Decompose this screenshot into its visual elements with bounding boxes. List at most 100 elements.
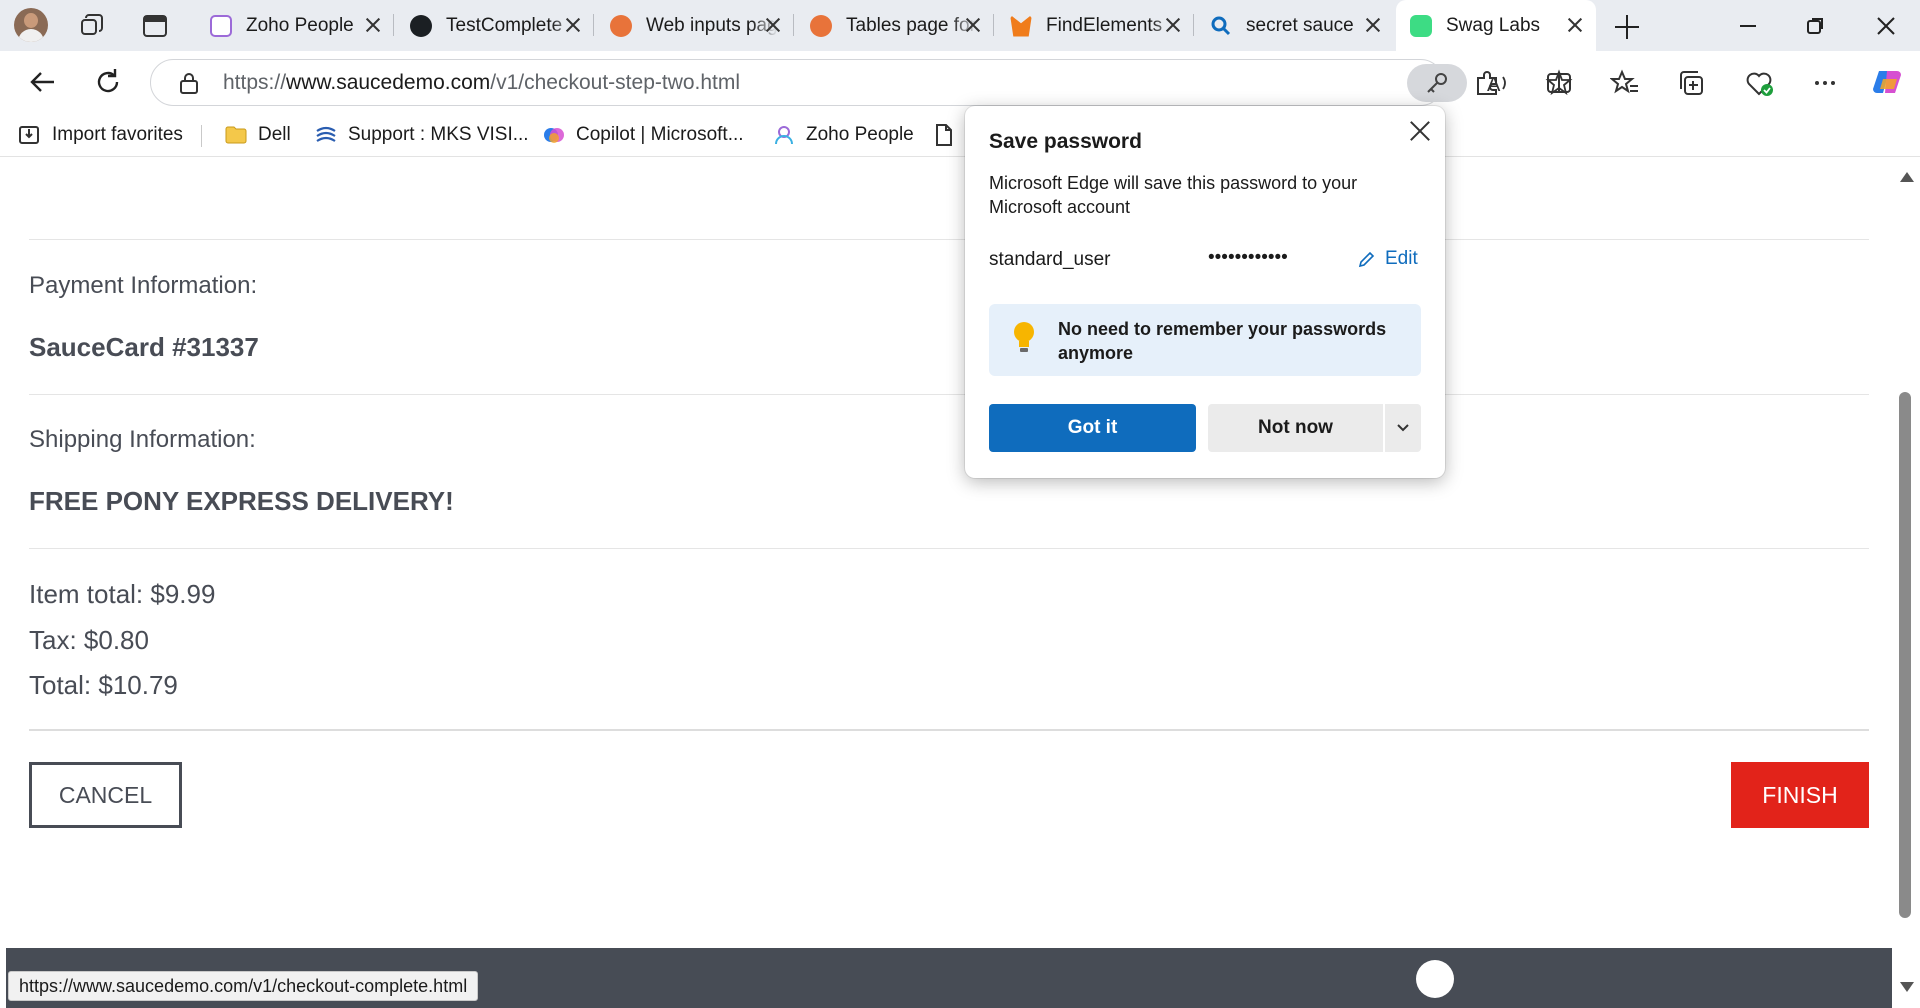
robot-mascot-icon	[1416, 960, 1454, 998]
tab-tables-page[interactable]: Tables page for	[796, 0, 994, 51]
finish-button[interactable]: FINISH	[1731, 762, 1869, 828]
scroll-up-icon[interactable]	[1900, 172, 1914, 182]
favorites-icon[interactable]	[1610, 68, 1640, 98]
tab-title: Tables page for	[846, 14, 976, 36]
tab-separator	[793, 14, 794, 36]
pencil-icon	[1358, 251, 1375, 268]
tip-text: No need to remember your passwords anymo…	[1058, 319, 1387, 363]
url-path: /v1/checkout-step-two.html	[490, 71, 741, 94]
copilot-icon[interactable]	[1871, 65, 1905, 99]
favorites-item-label: Copilot | Microsoft...	[576, 124, 744, 145]
favorites-item-dell[interactable]: Dell	[224, 121, 291, 149]
tab-swag-labs[interactable]: Swag Labs	[1396, 0, 1596, 51]
password-key-button[interactable]	[1407, 64, 1467, 102]
key-icon	[1427, 73, 1447, 93]
scroll-down-icon[interactable]	[1900, 982, 1914, 992]
tax: Tax: $0.80	[29, 625, 149, 655]
refresh-icon[interactable]	[90, 64, 126, 100]
checkout-overview-page: Payment Information: SauceCard #31337 Sh…	[6, 158, 1892, 1008]
favorites-item-label: Zoho People	[806, 124, 914, 145]
more-options-dropdown[interactable]	[1385, 404, 1421, 452]
tab-secret-sauce[interactable]: secret sauce	[1196, 0, 1394, 51]
support-icon	[316, 126, 336, 142]
scrollbar-thumb[interactable]	[1899, 392, 1911, 918]
zoho-people-icon	[210, 14, 232, 37]
favorites-item-label: Import favorites	[52, 124, 183, 145]
edit-label: Edit	[1385, 248, 1418, 269]
favorites-divider	[201, 125, 202, 147]
dialog-title: Save password	[989, 130, 1142, 153]
search-icon	[1211, 16, 1231, 35]
favorites-item-label: Dell	[258, 124, 291, 145]
tab-separator	[1193, 14, 1194, 36]
favorites-item-page[interactable]	[932, 121, 966, 149]
url-scheme: https://	[223, 71, 287, 94]
address-bar[interactable]: https://www.saucedemo.com/v1/checkout-st…	[150, 59, 1573, 106]
split-screen-icon[interactable]	[1544, 68, 1574, 98]
tab-title: FindElements	[1046, 14, 1163, 36]
tab-title: secret sauce	[1246, 14, 1354, 36]
collections-icon[interactable]	[1676, 68, 1706, 98]
tab-actions-icon[interactable]	[141, 12, 169, 40]
tab-separator	[593, 14, 594, 36]
minimize-icon[interactable]	[1732, 10, 1764, 42]
back-icon[interactable]	[24, 64, 60, 100]
favorites-item-import[interactable]: Import favorites	[18, 121, 183, 149]
tab-testcomplete[interactable]: TestComplete	[396, 0, 594, 51]
chevron-down-icon	[1397, 424, 1409, 432]
lock-icon[interactable]	[179, 72, 199, 94]
tab-web-inputs[interactable]: Web inputs page	[596, 0, 794, 51]
restore-icon[interactable]	[1800, 10, 1832, 42]
folder-icon	[225, 126, 247, 144]
page-icon	[936, 124, 952, 146]
fox-icon	[1010, 14, 1032, 37]
workspaces-icon[interactable]	[78, 12, 106, 40]
shipping-info-label: Shipping Information:	[29, 426, 256, 453]
copilot-icon	[544, 128, 564, 143]
url-text[interactable]: https://www.saucedemo.com/v1/checkout-st…	[223, 71, 740, 95]
got-it-button[interactable]: Got it	[989, 404, 1196, 452]
page-scrollbar[interactable]	[1892, 158, 1920, 1008]
close-tab-icon[interactable]	[962, 14, 984, 36]
cancel-button[interactable]: CANCEL	[29, 762, 182, 828]
tab-zoho-people[interactable]: Zoho People	[196, 0, 394, 51]
tab-title: TestComplete	[446, 14, 563, 36]
payment-info-value: SauceCard #31337	[29, 332, 259, 362]
favorites-item-zoho-people[interactable]: Zoho People	[772, 121, 914, 149]
close-tab-icon[interactable]	[562, 14, 584, 36]
profile-avatar[interactable]	[14, 8, 48, 42]
dialog-description: Microsoft Edge will save this password t…	[989, 173, 1358, 217]
close-window-icon[interactable]	[1870, 10, 1902, 42]
tab-title: Zoho People	[246, 14, 354, 36]
robot-icon	[810, 14, 832, 37]
import-icon	[19, 126, 39, 144]
favorites-item-copilot[interactable]: Copilot | Microsoft...	[542, 121, 744, 149]
url-host: www.saucedemo.com	[286, 71, 491, 94]
extensions-icon[interactable]	[1472, 68, 1502, 98]
tab-findelements[interactable]: FindElements	[996, 0, 1194, 51]
github-icon	[410, 14, 432, 37]
item-total: Item total: $9.99	[29, 579, 216, 609]
new-tab-button[interactable]	[1612, 12, 1642, 42]
save-password-dialog: Save password Microsoft Edge will save t…	[965, 106, 1445, 478]
close-tab-icon[interactable]	[362, 14, 384, 36]
close-tab-icon[interactable]	[762, 14, 784, 36]
zoho-people-icon	[775, 126, 793, 145]
close-icon[interactable]	[1407, 118, 1433, 144]
edit-link[interactable]: Edit	[1357, 248, 1418, 270]
tab-separator	[993, 14, 994, 36]
status-bar-url: https://www.saucedemo.com/v1/checkout-co…	[8, 971, 479, 1001]
close-tab-icon[interactable]	[1162, 14, 1184, 36]
saved-username: standard_user	[989, 249, 1111, 270]
browser-essentials-icon[interactable]	[1744, 68, 1774, 98]
close-tab-icon[interactable]	[1362, 14, 1384, 36]
address-bar-row: https://www.saucedemo.com/v1/checkout-st…	[0, 51, 1920, 113]
divider	[29, 548, 1869, 549]
close-tab-icon[interactable]	[1564, 14, 1586, 36]
favorites-item-support[interactable]: Support : MKS VISI...	[314, 121, 529, 149]
divider	[29, 729, 1869, 731]
more-options-icon[interactable]	[1810, 68, 1840, 98]
total: Total: $10.79	[29, 670, 178, 700]
payment-info-label: Payment Information:	[29, 272, 258, 299]
not-now-button[interactable]: Not now	[1208, 404, 1383, 452]
